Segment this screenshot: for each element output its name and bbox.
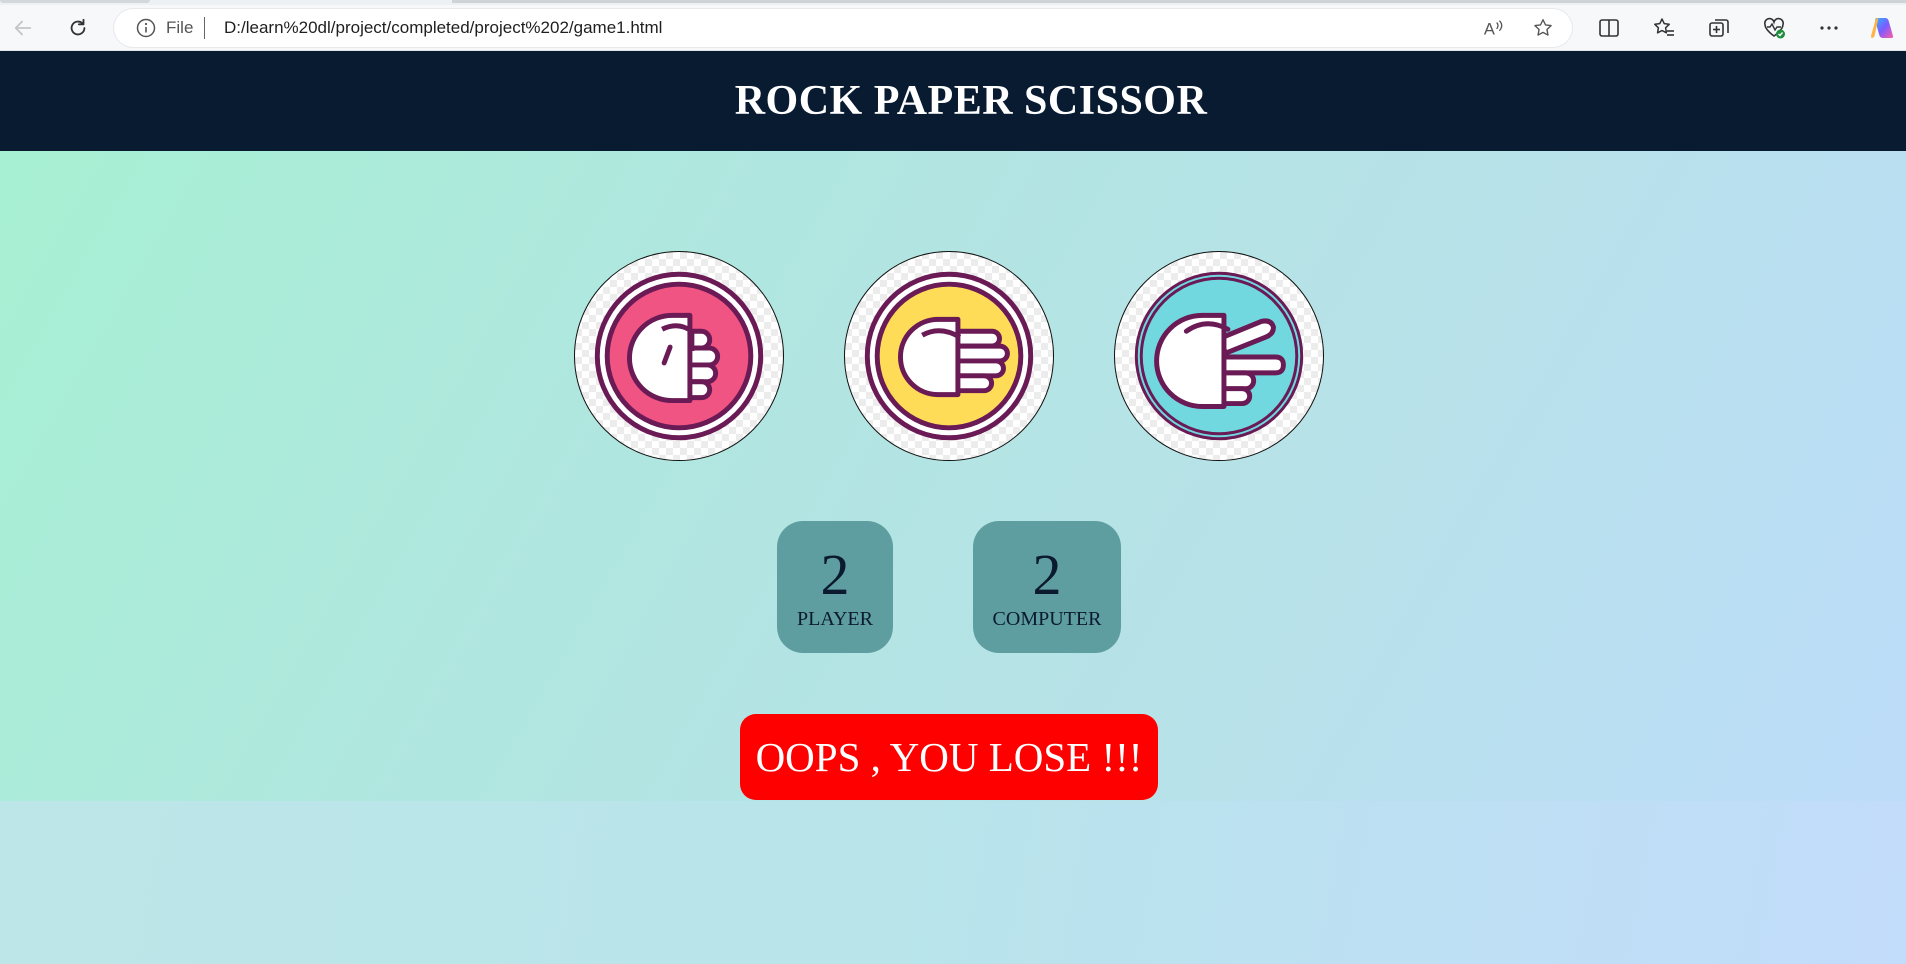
- collections-button[interactable]: [1707, 16, 1731, 40]
- refresh-icon: [70, 18, 86, 36]
- result-message-text: OOPS , YOU LOSE !!!: [755, 734, 1143, 780]
- browser-essentials-icon: [1764, 17, 1785, 39]
- game-area: 2 PLAYER 2 COMPUTER OOPS , YOU LOSE !!!: [0, 151, 1906, 801]
- more-icon: [1820, 26, 1838, 30]
- favorites-button[interactable]: [1652, 16, 1676, 40]
- page-title: ROCK PAPER SCISSOR: [734, 78, 1208, 124]
- read-aloud-icon: A: [1484, 20, 1503, 38]
- player-score-box: 2 PLAYER: [777, 521, 893, 653]
- scissors-hand-icon: [1134, 271, 1304, 441]
- copilot-icon: [1871, 18, 1894, 38]
- back-button[interactable]: [6, 11, 40, 45]
- computer-label: COMPUTER: [992, 608, 1102, 630]
- split-screen-icon: [1599, 19, 1619, 37]
- browser-toolbar: File D:/learn%20dl/project/completed/pro…: [0, 5, 1906, 51]
- url-scheme: File: [166, 18, 194, 37]
- player-score: 2: [820, 542, 850, 607]
- computer-score: 2: [1032, 542, 1062, 607]
- url-separator: [204, 17, 205, 39]
- rock-hand-icon: [594, 271, 764, 441]
- result-message: OOPS , YOU LOSE !!!: [740, 714, 1158, 800]
- split-screen-button[interactable]: [1597, 16, 1621, 40]
- tab-left[interactable]: [0, 0, 150, 3]
- browser-essentials-button[interactable]: [1762, 16, 1786, 40]
- paper-choice[interactable]: [844, 251, 1054, 461]
- refresh-button[interactable]: [61, 11, 95, 45]
- favorite-star-icon: [1534, 19, 1552, 36]
- url-text[interactable]: D:/learn%20dl/project/completed/project%…: [224, 18, 662, 38]
- favorite-button[interactable]: [1532, 17, 1554, 39]
- computer-score-box: 2 COMPUTER: [973, 521, 1121, 653]
- svg-text:A: A: [1484, 20, 1495, 38]
- scissors-choice[interactable]: [1114, 251, 1324, 461]
- info-icon[interactable]: [136, 18, 156, 38]
- read-aloud-button[interactable]: A: [1482, 17, 1504, 39]
- address-bar[interactable]: File D:/learn%20dl/project/completed/pro…: [114, 9, 1572, 47]
- rock-choice[interactable]: [574, 251, 784, 461]
- more-button[interactable]: [1817, 16, 1841, 40]
- player-label: PLAYER: [797, 608, 873, 630]
- tab-right[interactable]: [452, 0, 1906, 3]
- collections-icon: [1709, 19, 1729, 37]
- favorites-icon: [1654, 18, 1674, 36]
- back-arrow-icon: [14, 20, 32, 36]
- copilot-button[interactable]: [1868, 14, 1896, 42]
- page-viewport: ROCK PAPER SCISSOR 2 PLAYER 2 COMPUTER O…: [0, 51, 1906, 964]
- paper-hand-icon: [864, 271, 1034, 441]
- page-header: ROCK PAPER SCISSOR: [0, 51, 1906, 151]
